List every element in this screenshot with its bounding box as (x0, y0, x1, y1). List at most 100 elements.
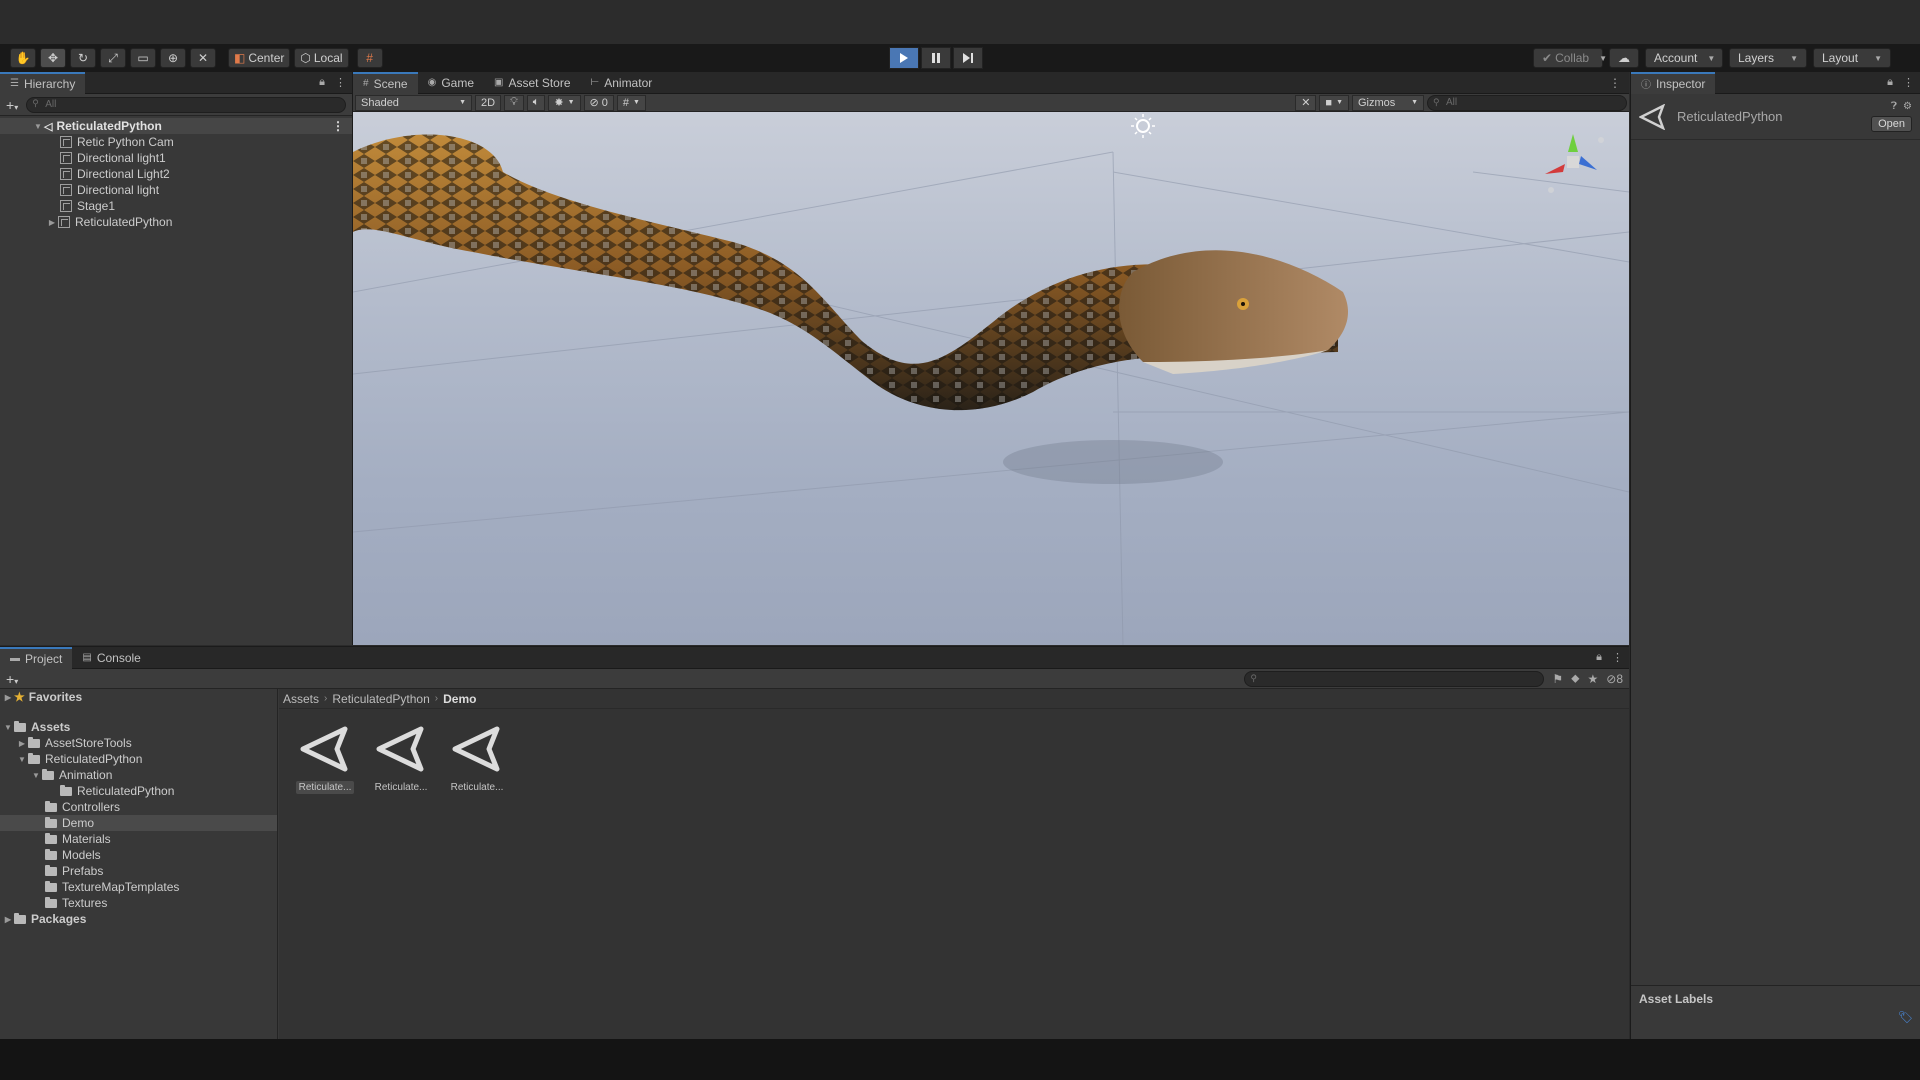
expand-arrow-icon[interactable]: ▼ (30, 771, 42, 780)
pause-button[interactable] (921, 47, 951, 69)
hierarchy-item[interactable]: Retic Python Cam (0, 134, 352, 150)
expand-arrow-icon[interactable]: ▶ (2, 915, 14, 924)
folder-row[interactable]: ▼ ReticulatedPython (0, 751, 277, 767)
lock-icon[interactable]: 🔒︎ (319, 76, 325, 89)
settings-icon[interactable]: ⚙ (1903, 101, 1912, 112)
add-icon[interactable]: +▾ (6, 97, 18, 113)
toggle-2d-button[interactable]: 2D (475, 94, 502, 111)
layout-dropdown[interactable]: Layout ▼ (1813, 48, 1891, 68)
add-icon[interactable]: +▾ (6, 671, 18, 687)
more-menu-icon[interactable]: ⋮ (1612, 651, 1623, 664)
hierarchy-item[interactable]: Directional light1 (0, 150, 352, 166)
hierarchy-toolbar: +▾ ⚲ All (0, 94, 352, 116)
orientation-gizmo[interactable] (1545, 134, 1604, 193)
lock-icon[interactable]: 🔒︎ (1596, 651, 1602, 664)
filter-label-icon[interactable]: ⬥ (1571, 671, 1579, 686)
collab-dropdown[interactable]: ✔ Collab ▼ (1533, 48, 1607, 68)
packages-row[interactable]: ▶ Packages (0, 911, 277, 927)
more-menu-icon[interactable]: ⋮ (332, 119, 344, 133)
tab-animator[interactable]: ⊢ Animator (581, 72, 663, 94)
expand-arrow-icon[interactable]: ▶ (2, 693, 14, 702)
hand-tool-button[interactable]: ✋ (10, 48, 36, 68)
folder-row[interactable]: TextureMapTemplates (0, 879, 277, 895)
camera-dropdown[interactable]: ■ ▼ (1319, 94, 1349, 111)
python-model[interactable] (353, 134, 1348, 411)
folder-row[interactable]: Models (0, 847, 277, 863)
move-icon: ✥ (47, 51, 59, 65)
expand-arrow-icon[interactable]: ▶ (16, 739, 28, 748)
tab-game[interactable]: ◉ Game (418, 72, 484, 94)
hierarchy-item-label: ReticulatedPython (75, 215, 173, 229)
scene-asset[interactable]: Reticulate... (367, 723, 435, 794)
favorite-star-icon[interactable]: ★ (1587, 672, 1598, 686)
tab-asset-store[interactable]: ▣ Asset Store (484, 72, 580, 94)
hidden-objects-toggle[interactable]: ⊘ 0 (583, 94, 614, 111)
scene-viewport[interactable] (353, 112, 1629, 645)
hierarchy-item[interactable]: ▶ ReticulatedPython (0, 214, 352, 230)
tab-scene[interactable]: # Scene (353, 71, 418, 94)
hierarchy-item[interactable]: Stage1 (0, 198, 352, 214)
audio-toggle[interactable]: 🔈︎ (526, 94, 546, 111)
scene-search-input[interactable]: ⚲ All (1427, 94, 1627, 111)
lighting-toggle[interactable]: 💡︎ (504, 94, 524, 111)
expand-arrow-icon[interactable]: ▶ (46, 218, 58, 227)
effects-dropdown[interactable]: ✸ ▼ (548, 94, 581, 111)
grid-dropdown[interactable]: # ▼ (616, 94, 646, 111)
hierarchy-item[interactable]: Directional Light2 (0, 166, 352, 182)
help-icon[interactable]: ❓︎ (1891, 101, 1897, 112)
pivot-local-button[interactable]: ⬡ Local (294, 48, 349, 68)
folder-row[interactable]: Prefabs (0, 863, 277, 879)
breadcrumb-item[interactable]: Assets (283, 692, 319, 706)
folder-row[interactable]: ReticulatedPython (0, 783, 277, 799)
more-menu-icon[interactable]: ⋮ (335, 76, 346, 89)
tools-toggle[interactable]: ✕ (1295, 94, 1317, 111)
draw-mode-dropdown[interactable]: Shaded ▼ (355, 94, 472, 111)
hierarchy-root[interactable]: ▼ ◁ ReticulatedPython ⋮ (0, 118, 352, 134)
hidden-packages-toggle[interactable]: ⊘ 8 (1606, 672, 1623, 686)
custom-tool-button[interactable]: ✕ (190, 48, 216, 68)
sun-light-icon[interactable] (1131, 114, 1155, 138)
play-button[interactable] (889, 47, 919, 69)
tab-project[interactable]: ▬ Project (0, 646, 73, 669)
folder-row[interactable]: ▶ AssetStoreTools (0, 735, 277, 751)
folder-row[interactable]: Textures (0, 895, 277, 911)
tab-inspector[interactable]: ⓘ Inspector (1631, 71, 1716, 94)
rotate-tool-button[interactable]: ↻ (70, 48, 96, 68)
expand-arrow-icon[interactable]: ▼ (32, 122, 44, 131)
cloud-button[interactable]: ☁ (1609, 48, 1639, 68)
lock-icon[interactable]: 🔒︎ (1887, 76, 1893, 89)
pivot-center-button[interactable]: ◧ Center (228, 48, 291, 68)
scene-asset[interactable]: Reticulate... (443, 723, 511, 794)
rect-tool-button[interactable]: ▭ (130, 48, 156, 68)
folder-row[interactable]: ▼ Animation (0, 767, 277, 783)
breadcrumb-item-current[interactable]: Demo (443, 692, 476, 706)
filter-type-icon[interactable]: ⚑ (1552, 672, 1563, 686)
transform-tool-button[interactable]: ⊕ (160, 48, 186, 68)
scene-asset[interactable]: Reticulate... (291, 723, 359, 794)
folder-row[interactable]: Controllers (0, 799, 277, 815)
folder-row[interactable]: Materials (0, 831, 277, 847)
hierarchy-search-input[interactable]: ⚲ All (26, 96, 346, 113)
project-search-input[interactable]: ⚲ (1244, 670, 1545, 687)
account-dropdown[interactable]: Account ▼ (1645, 48, 1723, 68)
open-button[interactable]: Open (1871, 116, 1912, 132)
scale-tool-button[interactable]: ⤢ (100, 48, 126, 68)
hierarchy-item[interactable]: Directional light (0, 182, 352, 198)
more-menu-icon[interactable]: ⋮ (1609, 76, 1629, 90)
favorites-row[interactable]: ▶ ★ Favorites (0, 689, 277, 705)
folder-row-selected[interactable]: Demo (0, 815, 277, 831)
more-menu-icon[interactable]: ⋮ (1903, 76, 1914, 89)
move-tool-button[interactable]: ✥ (40, 48, 66, 68)
tab-console[interactable]: ▤ Console (72, 647, 150, 669)
search-icon: ⚲ (1250, 673, 1257, 683)
tag-icon[interactable]: 🏷︎ (1898, 1010, 1913, 1024)
step-button[interactable] (953, 47, 983, 69)
expand-arrow-icon[interactable]: ▼ (2, 723, 14, 732)
layers-dropdown[interactable]: Layers ▼ (1729, 48, 1807, 68)
expand-arrow-icon[interactable]: ▼ (16, 755, 28, 764)
assets-root-row[interactable]: ▼ Assets (0, 719, 277, 735)
tab-hierarchy[interactable]: ☰ Hierarchy (0, 71, 86, 94)
breadcrumb-item[interactable]: ReticulatedPython (332, 692, 429, 706)
grid-snap-button[interactable]: # (356, 48, 383, 68)
gizmos-dropdown[interactable]: Gizmos ▼ (1352, 94, 1424, 111)
